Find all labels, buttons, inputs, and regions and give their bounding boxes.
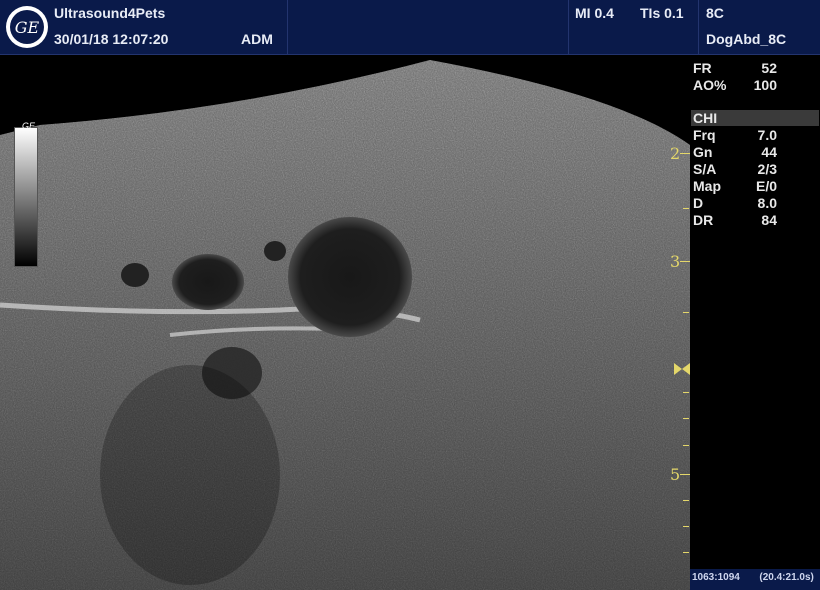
cine-frames: 1063:1094 [692, 572, 740, 583]
depth-label-5: 5 [670, 465, 681, 484]
thermal-index: TIs 0.1 [640, 5, 684, 21]
depth-tick [683, 500, 689, 501]
param-value-ao: 100 [753, 77, 777, 93]
param-value-fr: 52 [761, 60, 777, 76]
grayscale-map-bar [14, 127, 38, 267]
cyst-small [121, 263, 149, 287]
header-bar: GE Ultrasound4Pets 30/01/18 12:07:20 ADM… [0, 0, 820, 55]
depth-tick [683, 552, 689, 553]
depth-tick [683, 392, 689, 393]
depth-label-2: 2 [670, 144, 681, 163]
cine-time: (20.4:21.0s) [759, 572, 814, 583]
header-divider [287, 0, 288, 54]
chi-header: CHI [693, 110, 718, 126]
ge-logo-icon: GE [6, 6, 48, 48]
cine-frame-counter: 1063:1094 (20.4:21.0s) [692, 572, 814, 583]
depth-tick [683, 208, 689, 209]
depth-tick [683, 445, 689, 446]
exam-datetime: 30/01/18 12:07:20 [54, 31, 169, 47]
depth-tick [680, 261, 690, 262]
depth-tick [683, 418, 689, 419]
depth-tick [683, 526, 689, 527]
param-label-d: D [693, 195, 704, 211]
cyst-medium [172, 254, 244, 310]
depth-tick [683, 312, 689, 313]
param-value-map: E/0 [755, 178, 777, 194]
param-label-frq: Frq [693, 127, 716, 143]
cyst-large [288, 217, 412, 337]
focus-zone-marker-icon[interactable] [673, 362, 691, 376]
ultrasound-image[interactable] [0, 55, 690, 590]
param-label-gn: Gn [693, 144, 713, 160]
param-label-map: Map [693, 178, 721, 194]
param-value-d: 8.0 [757, 195, 777, 211]
param-label-sa: S/A [693, 161, 717, 177]
param-label-ao: AO% [693, 77, 727, 93]
probe-name: 8C [706, 5, 724, 21]
param-value-sa: 2/3 [757, 161, 777, 177]
depth-tick [680, 474, 690, 475]
mechanical-index: MI 0.4 [575, 5, 614, 21]
depth-label-3: 3 [670, 252, 681, 271]
param-value-gn: 44 [761, 144, 777, 160]
operator-id: ADM [241, 31, 273, 47]
param-label-fr: FR [693, 60, 712, 76]
header-divider [698, 0, 699, 54]
param-label-dr: DR [693, 212, 714, 228]
cyst-small [264, 241, 286, 261]
param-value-frq: 7.0 [757, 127, 777, 143]
grayscale-map-label: GE [22, 121, 36, 131]
brand-name: Ultrasound4Pets [54, 5, 166, 21]
header-divider [568, 0, 569, 54]
depth-tick [680, 153, 690, 154]
param-value-dr: 84 [761, 212, 777, 228]
preset-name: DogAbd_8C [706, 31, 787, 47]
ge-logo-text: GE [15, 18, 40, 37]
